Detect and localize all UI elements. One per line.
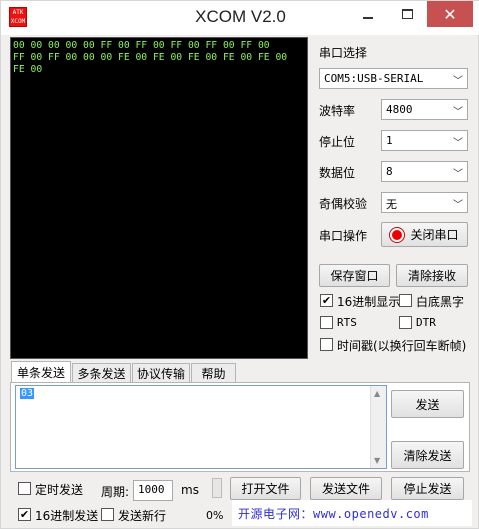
open-file-label: 打开文件 (241, 482, 290, 496)
chevron-down-icon: ﹀ (453, 76, 463, 87)
title-bar: ATK XCOM XCOM V2.0 ✕ (1, 1, 479, 35)
baud-select-value: 4800 (386, 103, 413, 116)
timestamp-label: 时间戳(以换行回车断帧) (337, 339, 467, 353)
data-bits-label: 数据位 (319, 166, 356, 180)
timed-send-checkbox[interactable] (18, 482, 31, 495)
data-bits-select[interactable]: 8 ﹀ (381, 161, 468, 182)
chevron-down-icon: ﹀ (453, 200, 463, 211)
send-newline-checkbox[interactable] (101, 508, 114, 521)
baud-label: 波特率 (319, 104, 356, 118)
website-link[interactable]: 开源电子网：www.openedv.com (232, 500, 472, 526)
close-icon: ✕ (443, 4, 457, 24)
close-port-button[interactable]: 关闭串口 (381, 222, 468, 247)
clear-send-label: 清除发送 (403, 448, 452, 463)
parity-label: 奇偶校验 (319, 197, 368, 211)
send-newline-label: 发送新行 (118, 509, 167, 523)
port-select[interactable]: COM5:USB-SERIAL ﹀ (319, 68, 468, 89)
dtr-label: DTR (416, 316, 436, 329)
tab-multi-send[interactable]: 多条发送 (72, 363, 131, 382)
parity-value: 无 (386, 198, 397, 211)
tab-label: 协议传输 (136, 366, 185, 381)
tab-single-send[interactable]: 单条发送 (11, 361, 71, 383)
send-scrollbar[interactable]: ▲ ▼ (370, 386, 386, 468)
stop-bits-select[interactable]: 1 ﹀ (381, 130, 468, 151)
clear-receive-button[interactable]: 清除接收 (396, 264, 468, 287)
dtr-checkbox[interactable] (399, 316, 412, 329)
minimize-button[interactable] (351, 1, 385, 27)
chevron-down-icon: ﹀ (453, 138, 463, 149)
hex-send-checkbox[interactable]: ✔ (18, 508, 31, 521)
send-file-button[interactable]: 发送文件 (310, 477, 382, 500)
stop-bits-label: 停止位 (319, 135, 356, 149)
receive-line: FF 00 FF 00 00 00 FE 00 FE 00 FE 00 FE 0… (13, 52, 288, 63)
receive-line: FE 00 (13, 64, 43, 75)
receive-line: 00 00 00 00 00 FF 00 FF 00 FF 00 FF 00 F… (13, 40, 270, 51)
clear-send-button[interactable]: 清除发送 (391, 441, 464, 469)
timestamp-checkbox[interactable] (320, 338, 333, 351)
chevron-down-icon: ﹀ (453, 107, 463, 118)
open-file-button[interactable]: 打开文件 (230, 477, 301, 500)
baud-select[interactable]: 4800 ﹀ (381, 99, 468, 120)
save-window-button[interactable]: 保存窗口 (319, 264, 390, 287)
maximize-icon (401, 9, 413, 19)
white-black-checkbox[interactable] (399, 294, 412, 307)
close-port-label: 关闭串口 (410, 228, 459, 242)
minimize-icon (363, 17, 373, 19)
tab-help[interactable]: 帮助 (191, 363, 236, 382)
stop-send-button[interactable]: 停止发送 (391, 477, 464, 500)
period-input[interactable]: 1000 (133, 480, 173, 501)
hex-display-checkbox[interactable]: ✔ (320, 294, 333, 307)
send-button[interactable]: 发送 (391, 390, 464, 418)
stop-bits-value: 1 (386, 134, 393, 147)
scroll-up-icon[interactable]: ▲ (374, 389, 380, 398)
period-unit: ms (181, 483, 199, 497)
stop-send-label: 停止发送 (403, 482, 452, 496)
send-label: 发送 (415, 397, 440, 412)
white-black-label: 白底黑字 (416, 295, 465, 309)
status-led-icon (390, 227, 405, 242)
port-label: 串口选择 (319, 46, 368, 60)
scroll-down-icon[interactable]: ▼ (374, 456, 380, 465)
save-window-label: 保存窗口 (330, 269, 379, 283)
tab-label: 多条发送 (77, 366, 126, 381)
timed-send-label: 定时发送 (35, 483, 84, 497)
receive-display[interactable]: 00 00 00 00 00 FF 00 FF 00 FF 00 FF 00 F… (10, 37, 308, 359)
xcom-window: ATK XCOM XCOM V2.0 ✕ 00 00 00 00 00 FF 00… (0, 0, 479, 529)
tab-protocol[interactable]: 协议传输 (132, 363, 190, 382)
close-button[interactable]: ✕ (427, 1, 473, 27)
hex-send-label: 16进制发送 (35, 509, 99, 523)
clear-receive-label: 清除接收 (407, 269, 456, 283)
maximize-button[interactable] (390, 1, 424, 27)
send-text: 03 (20, 388, 35, 399)
port-select-value: COM5:USB-SERIAL (324, 72, 424, 85)
tab-label: 帮助 (201, 366, 226, 381)
send-textarea[interactable]: 03 ▲ ▼ (15, 385, 387, 469)
hex-display-label: 16进制显示 (337, 295, 401, 309)
tab-label: 单条发送 (16, 366, 65, 380)
data-bits-value: 8 (386, 165, 393, 178)
send-progress-bar (212, 478, 222, 498)
progress-percent: 0% (206, 509, 224, 522)
rts-checkbox[interactable] (320, 316, 333, 329)
serial-op-label: 串口操作 (319, 229, 368, 243)
period-label: 周期: (101, 485, 130, 499)
rts-label: RTS (337, 316, 357, 329)
chevron-down-icon: ﹀ (453, 169, 463, 180)
send-file-label: 发送文件 (321, 482, 370, 496)
parity-select[interactable]: 无 ﹀ (381, 192, 468, 213)
